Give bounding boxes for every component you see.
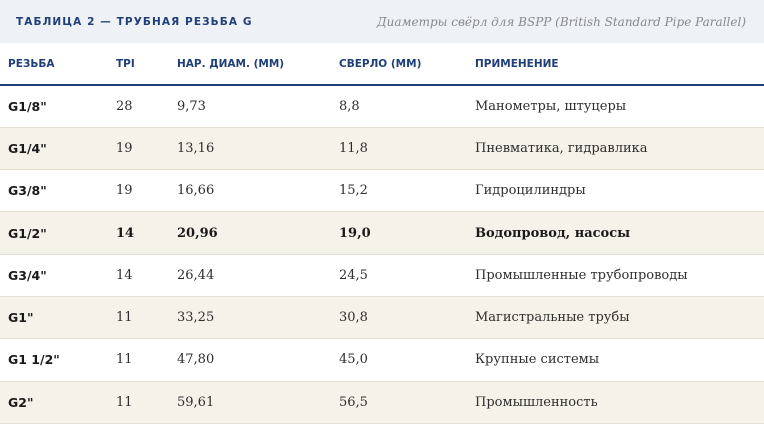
cell-drill: 24,5 [339, 267, 368, 283]
column-header-outer-diameter: НАР. ДИАМ. (ММ) [177, 57, 285, 70]
cell-outer-diameter: 59,61 [177, 394, 215, 410]
cell-thread: G1/8" [8, 98, 47, 114]
table-row: G1" 11 33,25 30,8 Магистральные трубы [0, 296, 764, 339]
cell-outer-diameter: 13,16 [177, 140, 215, 156]
cell-thread: G1/4" [8, 140, 47, 156]
cell-outer-diameter: 9,73 [177, 98, 206, 114]
column-header-application: ПРИМЕНЕНИЕ [475, 57, 559, 70]
table-title: ТАБЛИЦА 2 — ТРУБНАЯ РЕЗЬБА G [16, 15, 253, 28]
header-row: РЕЗЬБА TPI НАР. ДИАМ. (ММ) СВЕРЛО (ММ) П… [0, 43, 764, 85]
cell-thread: G1 1/2" [8, 352, 60, 368]
cell-drill: 30,8 [339, 310, 368, 326]
cell-tpi: 28 [116, 98, 133, 114]
cell-thread: G3/4" [8, 267, 47, 283]
cell-tpi: 11 [116, 394, 133, 410]
cell-tpi: 19 [116, 183, 133, 199]
table-caption: ТАБЛИЦА 2 — ТРУБНАЯ РЕЗЬБА G Диаметры св… [0, 0, 764, 43]
cell-tpi: 14 [116, 267, 133, 283]
cell-drill: 19,0 [339, 225, 371, 241]
cell-drill: 15,2 [339, 183, 368, 199]
cell-drill: 8,8 [339, 98, 360, 114]
cell-tpi: 19 [116, 140, 133, 156]
table-note: Диаметры свёрл для BSPP (British Standar… [376, 14, 746, 29]
table-row: G3/8" 19 16,66 15,2 Гидроцилиндры [0, 169, 764, 212]
cell-application: Магистральные трубы [475, 310, 630, 326]
cell-outer-diameter: 47,80 [177, 352, 215, 368]
table-row: G1 1/2" 11 47,80 45,0 Крупные системы [0, 338, 764, 382]
cell-application: Промышленность [475, 394, 598, 410]
cell-application: Пневматика, гидравлика [475, 140, 648, 156]
cell-application: Манометры, штуцеры [475, 98, 627, 114]
table-row: G1/4" 19 13,16 11,8 Пневматика, гидравлика [0, 127, 764, 170]
cell-drill: 11,8 [339, 140, 368, 156]
cell-thread: G2" [8, 394, 34, 410]
table-row: G1/2" 14 20,96 19,0 Водопровод, насосы [0, 211, 764, 255]
cell-outer-diameter: 33,25 [177, 310, 215, 326]
table-row: G3/4" 14 26,44 24,5 Промышленные трубопровод… [0, 254, 764, 297]
cell-thread: G3/8" [8, 183, 47, 199]
cell-tpi: 14 [116, 225, 135, 241]
cell-drill: 45,0 [339, 352, 368, 368]
cell-application: Водопровод, насосы [475, 225, 631, 241]
cell-outer-diameter: 20,96 [177, 225, 218, 241]
cell-application: Гидроцилиндры [475, 183, 586, 199]
thread-table: РЕЗЬБА TPI НАР. ДИАМ. (ММ) СВЕРЛО (ММ) П… [0, 43, 764, 424]
column-header-tpi: TPI [116, 57, 135, 70]
cell-outer-diameter: 26,44 [177, 267, 215, 283]
table-body: G1/8" 28 9,73 8,8 Манометры, штуцеры G1/4" 19 1… [0, 85, 764, 424]
cell-application: Промышленные трубопроводы [475, 267, 688, 283]
cell-application: Крупные системы [475, 352, 600, 368]
cell-thread: G1/2" [8, 225, 47, 241]
table-row: G1/8" 28 9,73 8,8 Манометры, штуцеры [0, 85, 764, 128]
cell-tpi: 11 [116, 352, 133, 368]
cell-outer-diameter: 16,66 [177, 183, 215, 199]
cell-thread: G1" [8, 310, 34, 326]
column-header-drill: СВЕРЛО (ММ) [339, 57, 422, 70]
table-row: G2" 11 59,61 56,5 Промышленность [0, 381, 764, 424]
column-header-thread: РЕЗЬБА [8, 57, 55, 70]
cell-drill: 56,5 [339, 394, 368, 410]
cell-tpi: 11 [116, 310, 133, 326]
